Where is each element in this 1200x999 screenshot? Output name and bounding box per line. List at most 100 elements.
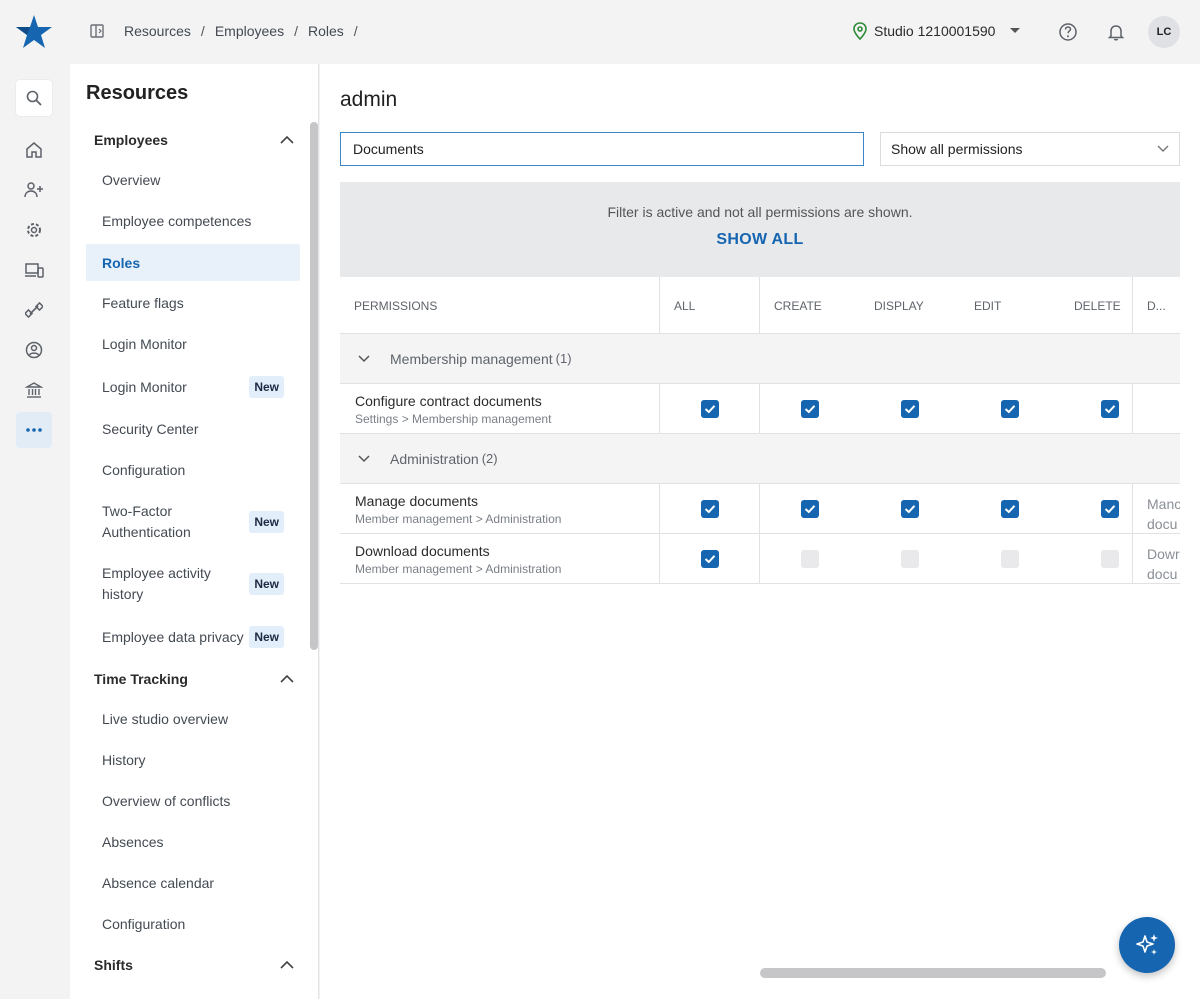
description-line: docu (1147, 566, 1178, 582)
new-badge: New (249, 376, 284, 398)
sidebar-scrollbar[interactable] (310, 122, 318, 650)
permission-path: Member management > Administration (355, 562, 562, 576)
column-create: CREATE (774, 298, 822, 313)
brand-star-logo[interactable] (14, 14, 54, 50)
checkbox-delete[interactable] (1101, 500, 1119, 518)
sidebar-item-label: Overview (102, 172, 161, 188)
checkbox-display[interactable] (901, 500, 919, 518)
sidebar-item-login-monitor-new[interactable]: Login Monitor New (86, 368, 300, 406)
dumbbell-icon[interactable] (16, 292, 52, 328)
breadcrumb-employees[interactable]: Employees (215, 23, 284, 39)
studio-selector[interactable]: Studio 1210001590 (852, 22, 1027, 40)
ai-assistant-button[interactable] (1119, 917, 1175, 973)
group-row-administration[interactable]: Administration (2) (340, 434, 1180, 484)
sidebar-item-time-tracking-configuration[interactable]: Configuration (86, 905, 300, 943)
studio-label: Studio 1210001590 (874, 23, 996, 39)
account-circle-icon[interactable] (16, 332, 52, 368)
sidebar-title: Resources (86, 82, 189, 104)
sparkle-icon (1136, 934, 1158, 955)
section-employees[interactable]: Employees (86, 120, 300, 160)
bank-icon[interactable] (16, 372, 52, 408)
chevron-down-icon[interactable] (358, 454, 370, 463)
group-name: Membership management (390, 350, 553, 367)
horizontal-scrollbar[interactable] (760, 968, 1106, 978)
user-avatar[interactable]: LC (1148, 16, 1180, 48)
permission-name: Manage documents (355, 493, 478, 509)
home-icon[interactable] (16, 132, 52, 168)
checkbox-edit[interactable] (1001, 500, 1019, 518)
checkbox-edit (1001, 550, 1019, 568)
panel-toggle-icon[interactable] (88, 22, 106, 40)
checkbox-all[interactable] (701, 400, 719, 418)
sidebar-item-overview-of-conflicts[interactable]: Overview of conflicts (86, 782, 300, 820)
chevron-down-icon[interactable] (358, 354, 370, 363)
checkbox-display (901, 550, 919, 568)
group-count: (1) (555, 351, 572, 366)
sidebar-item-label: Employee competences (102, 213, 252, 229)
new-badge: New (249, 626, 284, 648)
checkbox-all[interactable] (701, 550, 719, 568)
help-icon[interactable] (1058, 22, 1078, 42)
more-icon[interactable] (16, 412, 52, 448)
section-time-tracking[interactable]: Time Tracking (86, 659, 300, 699)
description-line: Manc (1147, 496, 1180, 512)
sidebar-item-employee-activity-history[interactable]: Employee activity history New (86, 561, 300, 607)
checkbox-delete[interactable] (1101, 400, 1119, 418)
table-header: PERMISSIONS ALL CREATE DISPLAY EDIT DELE… (340, 277, 1180, 334)
checkbox-display[interactable] (901, 400, 919, 418)
cell-divider (759, 384, 760, 434)
checkbox-all[interactable] (701, 500, 719, 518)
column-divider (659, 277, 660, 334)
sidebar-item-employee-data-privacy[interactable]: Employee data privacy New (86, 618, 300, 656)
search-icon[interactable] (16, 80, 52, 116)
chevron-up-icon (280, 136, 294, 144)
filter-active-banner: Filter is active and not all permissions… (340, 182, 1180, 277)
permission-filter-select[interactable]: Show all permissions (880, 132, 1180, 166)
breadcrumb: Resources / Employees / Roles / (124, 23, 368, 39)
sidebar-item-history[interactable]: History (86, 741, 300, 779)
sidebar-item-employee-competences[interactable]: Employee competences (86, 202, 300, 240)
sidebar-item-label: Login Monitor (102, 379, 187, 395)
sidebar-item-live-studio-overview[interactable]: Live studio overview (86, 700, 300, 738)
sidebar-item-two-factor-authentication[interactable]: Two-Factor Authentication New (86, 499, 300, 545)
checkbox-create[interactable] (801, 500, 819, 518)
sidebar-item-feature-flags[interactable]: Feature flags (86, 284, 300, 322)
sidebar-item-absences[interactable]: Absences (86, 823, 300, 861)
chevron-down-icon (1010, 28, 1021, 33)
sidebar-item-label: Feature flags (102, 295, 184, 311)
sidebar-item-label: History (102, 752, 146, 768)
sidebar-item-security-center[interactable]: Security Center (86, 410, 300, 448)
section-shifts[interactable]: Shifts (86, 945, 300, 985)
cell-divider (659, 534, 660, 584)
sidebar-item-label: Employee data privacy (102, 629, 244, 645)
checkbox-edit[interactable] (1001, 400, 1019, 418)
breadcrumb-roles[interactable]: Roles (308, 23, 344, 39)
sidebar-item-absence-calendar[interactable]: Absence calendar (86, 864, 300, 902)
notification-bell-icon[interactable] (1106, 22, 1126, 42)
location-pin-icon (853, 22, 867, 40)
select-value: Show all permissions (891, 141, 1023, 157)
permission-path: Member management > Administration (355, 512, 562, 526)
sidebar-item-configuration[interactable]: Configuration (86, 451, 300, 489)
sidebar-item-label: Absences (102, 834, 164, 850)
devices-icon[interactable] (16, 252, 52, 288)
settings-gear-icon[interactable] (16, 212, 52, 248)
sidebar-item-login-monitor[interactable]: Login Monitor (86, 325, 300, 363)
sidebar-item-label: Configuration (102, 462, 186, 478)
table-row: Configure contract documents Settings > … (340, 384, 1180, 434)
permission-name: Download documents (355, 543, 490, 559)
column-description: D... (1147, 298, 1166, 313)
sidebar-item-overview[interactable]: Overview (86, 161, 300, 199)
checkbox-create[interactable] (801, 400, 819, 418)
show-all-button[interactable]: SHOW ALL (340, 231, 1180, 249)
breadcrumb-resources[interactable]: Resources (124, 23, 191, 39)
permission-search-input[interactable] (340, 132, 864, 166)
sidebar-item-label: Roles (102, 254, 141, 271)
cell-divider (1132, 484, 1133, 534)
sidebar-item-roles[interactable]: Roles (86, 244, 300, 281)
group-count: (2) (481, 451, 498, 466)
column-divider (759, 277, 760, 334)
add-user-icon[interactable] (16, 172, 52, 208)
group-row-membership-management[interactable]: Membership management (1) (340, 334, 1180, 384)
permission-description: Manc docu (1147, 494, 1180, 534)
